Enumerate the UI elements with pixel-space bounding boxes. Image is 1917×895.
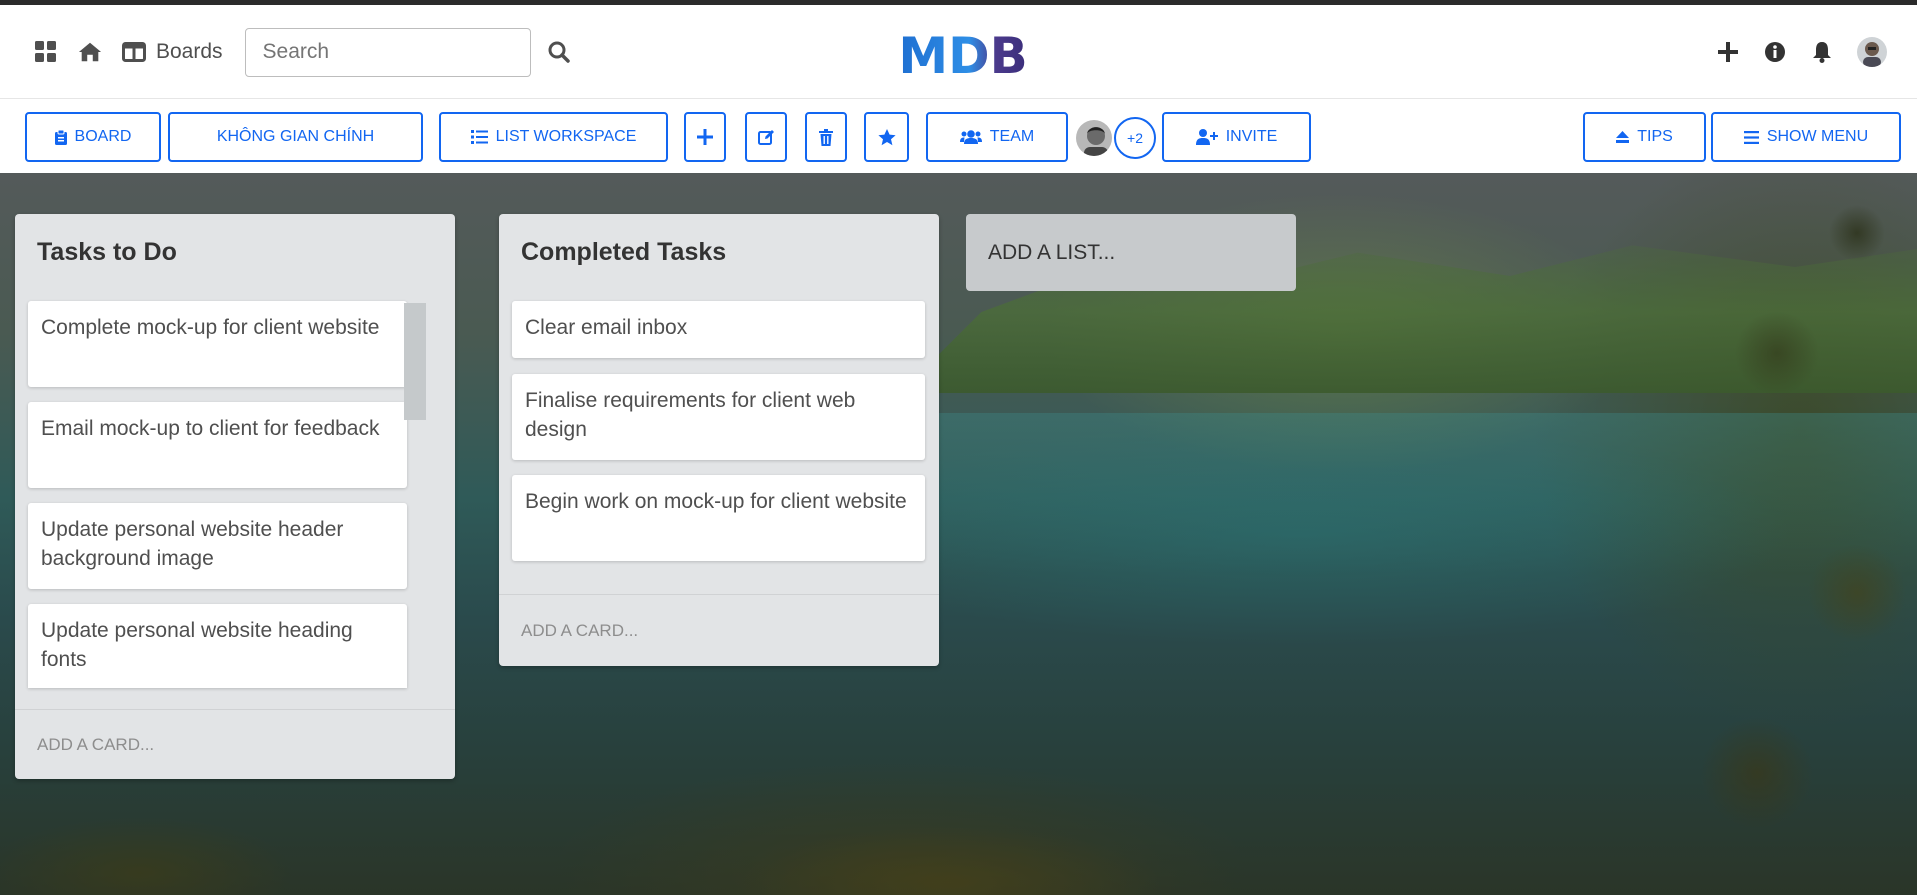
boards-icon — [122, 40, 146, 64]
users-icon — [959, 129, 982, 144]
bell-icon[interactable] — [1810, 40, 1834, 64]
user-plus-icon — [1195, 129, 1218, 145]
background-foliage-bottom — [0, 773, 1917, 895]
home-icon[interactable] — [78, 40, 102, 64]
list-card[interactable]: Clear email inbox — [512, 301, 925, 358]
boards-link[interactable]: Boards — [122, 40, 223, 64]
show-menu-button[interactable]: Show Menu — [1711, 112, 1901, 162]
list-workspace-label: List Workspace — [495, 128, 637, 145]
list-card[interactable]: Complete mock-up for client website — [28, 301, 407, 387]
star-button[interactable] — [864, 112, 909, 162]
navbar-left: Boards — [34, 5, 571, 99]
list-title: Completed Tasks — [521, 238, 727, 266]
add-list-button[interactable]: Add a list... — [966, 214, 1296, 291]
tips-label: Tips — [1637, 128, 1673, 145]
list-title: Tasks to Do — [37, 238, 177, 266]
trash-icon — [819, 128, 833, 146]
search-input[interactable] — [244, 27, 531, 77]
board-label: Board — [74, 128, 132, 145]
team-label: Team — [989, 128, 1035, 145]
list-scrollbar[interactable] — [404, 303, 426, 420]
add-card-button[interactable]: Add a card... — [499, 594, 939, 666]
team-member-avatar[interactable] — [1074, 118, 1114, 158]
list-card[interactable]: Finalise requirements for client web des… — [512, 374, 925, 460]
workspace-button[interactable]: KHÔNG GIAN CHÍNH — [168, 112, 423, 162]
apps-icon[interactable] — [34, 40, 58, 64]
clipboard-icon — [54, 129, 67, 145]
add-card-button[interactable]: Add a card... — [15, 709, 455, 779]
list-tasks-to-do[interactable]: Tasks to Do Complete mock-up for client … — [15, 214, 455, 779]
edit-icon — [757, 129, 774, 145]
boards-label: Boards — [156, 40, 223, 63]
edit-button[interactable] — [745, 112, 787, 162]
add-button[interactable] — [684, 112, 726, 162]
workspace-label: KHÔNG GIAN CHÍNH — [216, 128, 375, 145]
invite-button[interactable]: Invite — [1162, 112, 1311, 162]
team-button[interactable]: Team — [926, 112, 1068, 162]
info-icon[interactable] — [1763, 40, 1787, 64]
list-completed-tasks[interactable]: Completed Tasks Clear email inbox Finali… — [499, 214, 939, 666]
tips-button[interactable]: Tips — [1583, 112, 1706, 162]
eject-icon — [1616, 131, 1630, 143]
list-card[interactable]: Email mock-up to client for feedback — [28, 402, 407, 488]
list-card[interactable]: Update personal website heading fonts — [28, 604, 407, 688]
delete-button[interactable] — [805, 112, 847, 162]
user-avatar[interactable] — [1857, 37, 1887, 67]
show-menu-label: Show Menu — [1766, 128, 1869, 145]
list-card[interactable]: Update personal website header backgroun… — [28, 503, 407, 589]
list-workspace-button[interactable]: List Workspace — [439, 112, 668, 162]
plus-icon — [697, 129, 713, 145]
team-extra-count[interactable]: +2 — [1114, 117, 1156, 159]
star-icon — [877, 128, 896, 145]
plus-icon[interactable] — [1716, 40, 1740, 64]
navbar-right — [1716, 5, 1887, 99]
navbar: Boards MDB — [0, 5, 1917, 99]
search-icon[interactable] — [547, 40, 571, 64]
board-toolbar: Board KHÔNG GIAN CHÍNH List Workspace Te… — [0, 100, 1917, 173]
list-icon — [470, 130, 488, 144]
mdb-logo[interactable]: MDB — [898, 27, 1027, 85]
logo-text: MDB — [900, 27, 1026, 81]
bars-icon — [1743, 130, 1759, 144]
invite-label: Invite — [1225, 128, 1278, 145]
board-button[interactable]: Board — [25, 112, 161, 162]
list-card[interactable]: Begin work on mock-up for client website — [512, 475, 925, 561]
